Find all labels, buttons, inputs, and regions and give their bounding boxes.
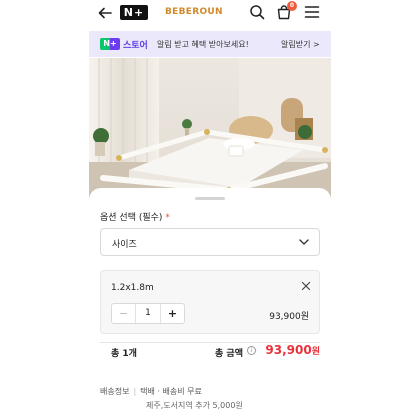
decrease-quantity-button[interactable]: −	[112, 304, 136, 323]
increase-quantity-button[interactable]: +	[160, 304, 184, 323]
product-image	[89, 58, 331, 198]
chevron-down-icon	[299, 239, 309, 245]
shipping-info: 배송정보 | 택배 · 배송비 무료	[100, 386, 202, 397]
quantity-stepper: − 1 +	[111, 303, 185, 324]
cart-count-badge: 0	[287, 1, 297, 11]
naver-plus-logo[interactable]: N+	[120, 5, 148, 20]
bed-fence-photo	[89, 58, 331, 198]
store-brand[interactable]: BEBEROUN	[165, 7, 223, 17]
selected-option-name: 1.2x1.8m	[111, 283, 154, 293]
promo-store-label: 스토어	[123, 40, 148, 51]
close-icon[interactable]	[301, 281, 311, 291]
total-price-unit: 원	[311, 347, 320, 357]
item-price: 93,900원	[269, 312, 309, 322]
quantity-value[interactable]: 1	[136, 304, 160, 323]
total-amount-label: 총 금액	[215, 349, 243, 359]
top-nav: N+ BEBEROUN 0	[89, 0, 331, 27]
promo-text: 알림 받고 혜택 받아보세요!	[157, 40, 249, 49]
selected-option-item: 1.2x1.8m − 1 + 93,900원	[100, 270, 320, 334]
product-option-screen: N+ BEBEROUN 0 N+ 스토어 알림 받고 혜택 받아보세요! 알림받…	[89, 0, 331, 420]
promo-logo-badge: N+	[100, 38, 120, 50]
shipping-label: 배송정보	[100, 387, 130, 396]
select-value: 사이즈	[112, 240, 137, 250]
notification-promo-banner[interactable]: N+ 스토어 알림 받고 혜택 받아보세요! 알림받기 >	[89, 31, 331, 57]
option-section-title: 옵션 선택 (필수) *	[100, 210, 170, 223]
option-title-text: 옵션 선택 (필수)	[100, 213, 163, 223]
shipping-extra-fee: 제주,도서지역 추가 5,000원	[146, 401, 243, 410]
size-option-select[interactable]: 사이즈	[100, 228, 320, 256]
naver-plus-store-logo: N+ 스토어	[100, 38, 148, 51]
back-arrow-icon[interactable]	[97, 5, 113, 21]
info-icon[interactable]: i	[247, 346, 256, 355]
shipping-method: 택배 · 배송비 무료	[140, 387, 202, 396]
hamburger-menu-icon[interactable]	[304, 5, 320, 19]
sheet-drag-handle[interactable]	[195, 197, 225, 200]
option-bottom-sheet: 옵션 선택 (필수) * 사이즈 1.2x1.8m − 1 + 93,900원 …	[89, 188, 331, 420]
total-price: 93,900원	[265, 343, 320, 357]
search-icon[interactable]	[249, 4, 265, 20]
required-mark: *	[165, 213, 170, 223]
total-price-value: 93,900	[265, 343, 312, 357]
notification-subscribe-link[interactable]: 알림받기 >	[281, 39, 320, 50]
total-count: 총 1개	[111, 349, 137, 359]
separator: |	[133, 387, 137, 396]
